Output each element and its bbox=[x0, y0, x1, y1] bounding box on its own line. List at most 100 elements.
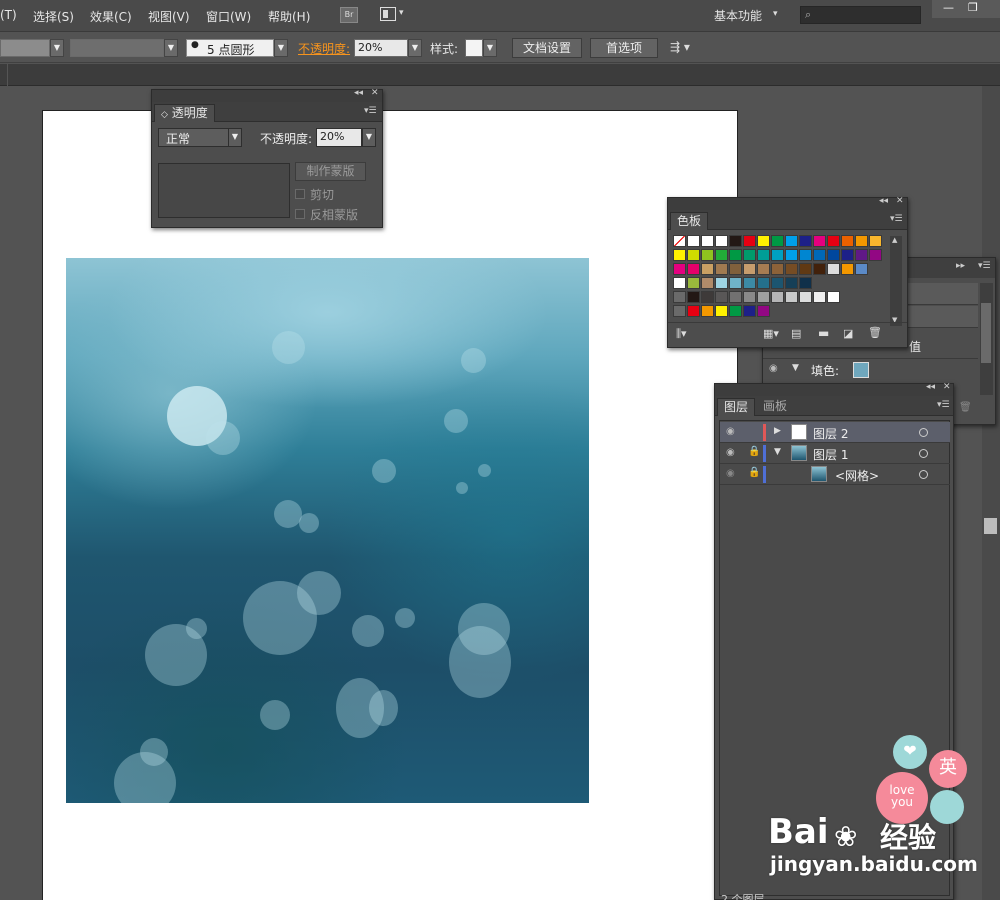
menu-help[interactable]: 帮助(H) bbox=[268, 8, 310, 25]
color-swatch[interactable] bbox=[827, 263, 840, 275]
color-swatch[interactable] bbox=[785, 263, 798, 275]
chevron-down-icon[interactable]: ▼ bbox=[274, 39, 288, 57]
fill-swatch[interactable] bbox=[853, 362, 869, 378]
clip-checkbox[interactable] bbox=[295, 189, 305, 199]
color-swatch[interactable] bbox=[757, 235, 770, 247]
help-search-input[interactable]: ⌕ bbox=[800, 6, 921, 24]
color-swatch[interactable] bbox=[813, 263, 826, 275]
color-swatch[interactable] bbox=[827, 249, 840, 261]
chevron-down-icon[interactable]: ▼ bbox=[774, 447, 781, 457]
chevron-down-icon[interactable]: ▼ bbox=[792, 363, 799, 373]
color-swatch[interactable] bbox=[743, 277, 756, 289]
color-swatch[interactable] bbox=[687, 305, 700, 317]
tab-transparency[interactable]: ◇ 透明度 bbox=[154, 104, 215, 122]
new-swatch-icon[interactable]: ◪ bbox=[843, 327, 853, 340]
target-icon[interactable] bbox=[919, 428, 928, 437]
invert-mask-checkbox[interactable] bbox=[295, 209, 305, 219]
menu-window[interactable]: 窗口(W) bbox=[206, 8, 251, 25]
color-swatch[interactable] bbox=[757, 249, 770, 261]
color-swatch[interactable] bbox=[729, 263, 742, 275]
scrollbar-thumb[interactable] bbox=[984, 518, 997, 534]
minimize-icon[interactable]: — bbox=[943, 1, 954, 14]
eye-icon[interactable]: ◉ bbox=[726, 447, 735, 458]
opacity-input[interactable]: 20% bbox=[354, 39, 408, 57]
layer-name[interactable]: 图层 2 bbox=[813, 425, 848, 442]
color-swatch[interactable] bbox=[785, 277, 798, 289]
panel-menu-icon[interactable]: ▾☰ bbox=[978, 261, 991, 271]
panel-titlebar[interactable]: ◂◂ ✕ bbox=[668, 196, 907, 210]
tab-layers[interactable]: 图层 bbox=[717, 398, 756, 416]
color-swatch[interactable] bbox=[701, 235, 714, 247]
chevron-down-icon[interactable]: ▼ bbox=[50, 39, 64, 57]
color-swatch[interactable] bbox=[729, 235, 742, 247]
color-swatch[interactable] bbox=[715, 263, 728, 275]
panel-menu-icon[interactable]: ▾☰ bbox=[890, 214, 903, 224]
arrange-documents-button[interactable]: ▾ bbox=[380, 7, 408, 23]
color-swatch[interactable] bbox=[715, 305, 728, 317]
color-swatch[interactable] bbox=[799, 263, 812, 275]
folder-icon[interactable] bbox=[673, 291, 686, 303]
close-icon[interactable]: ✕ bbox=[943, 382, 951, 392]
color-swatch[interactable] bbox=[715, 277, 728, 289]
color-swatch[interactable] bbox=[757, 263, 770, 275]
color-swatch[interactable] bbox=[701, 305, 714, 317]
color-swatch[interactable] bbox=[715, 249, 728, 261]
bokeh-artwork[interactable] bbox=[66, 258, 589, 803]
layer-row[interactable]: ◉ ▶ 图层 2 bbox=[720, 422, 950, 443]
color-swatch[interactable] bbox=[771, 249, 784, 261]
color-swatch[interactable] bbox=[771, 277, 784, 289]
blend-mode-select[interactable]: 正常 bbox=[158, 128, 230, 147]
color-swatch[interactable] bbox=[855, 263, 868, 275]
color-swatch[interactable] bbox=[743, 235, 756, 247]
none-swatch[interactable] bbox=[673, 235, 686, 247]
color-swatch[interactable] bbox=[687, 263, 700, 275]
vertical-scrollbar[interactable] bbox=[982, 86, 1000, 900]
close-icon[interactable]: ✕ bbox=[371, 88, 379, 98]
color-swatch[interactable] bbox=[855, 235, 868, 247]
color-swatch[interactable] bbox=[827, 291, 840, 303]
swatch-options-icon[interactable]: ▤ bbox=[791, 327, 801, 340]
color-swatch[interactable] bbox=[701, 291, 714, 303]
color-swatch[interactable] bbox=[729, 305, 742, 317]
color-swatch[interactable] bbox=[799, 235, 812, 247]
color-swatch[interactable] bbox=[841, 235, 854, 247]
color-swatch[interactable] bbox=[855, 249, 868, 261]
preferences-button[interactable]: 首选项 bbox=[590, 38, 658, 58]
bridge-button[interactable]: Br bbox=[340, 7, 358, 23]
eye-icon[interactable]: ◉ bbox=[769, 363, 778, 374]
stroke-field[interactable] bbox=[70, 39, 164, 57]
panel-menu-icon[interactable]: ▾☰ bbox=[937, 400, 950, 410]
workspace-switcher[interactable]: 基本功能 bbox=[714, 7, 762, 24]
color-swatch[interactable] bbox=[757, 277, 770, 289]
collapse-icon[interactable]: ◂◂ bbox=[354, 88, 363, 98]
trash-icon[interactable]: 🗑 bbox=[959, 402, 972, 413]
color-swatch[interactable] bbox=[715, 235, 728, 247]
color-swatch[interactable] bbox=[869, 235, 882, 247]
chevron-down-icon[interactable]: ▼ bbox=[164, 39, 178, 57]
color-swatch[interactable] bbox=[673, 263, 686, 275]
color-swatch[interactable] bbox=[757, 305, 770, 317]
tab-swatches[interactable]: 色板 bbox=[670, 212, 709, 230]
fill-field[interactable] bbox=[0, 39, 50, 57]
color-swatch[interactable] bbox=[813, 249, 826, 261]
layer-name[interactable]: <网格> bbox=[835, 467, 879, 484]
color-swatch[interactable] bbox=[715, 291, 728, 303]
registration-swatch[interactable] bbox=[687, 235, 700, 247]
trash-icon[interactable]: 🗑 bbox=[868, 326, 882, 339]
target-icon[interactable] bbox=[919, 449, 928, 458]
color-swatch[interactable] bbox=[687, 249, 700, 261]
color-swatch[interactable] bbox=[743, 263, 756, 275]
color-swatch[interactable] bbox=[673, 249, 686, 261]
fill-row[interactable]: ◉ ▼ 填色: bbox=[763, 358, 978, 382]
color-swatch[interactable] bbox=[743, 249, 756, 261]
lock-icon[interactable]: 🔒 bbox=[748, 467, 760, 478]
style-swatch[interactable] bbox=[465, 39, 483, 57]
color-swatch[interactable] bbox=[813, 291, 826, 303]
color-swatch[interactable] bbox=[869, 249, 882, 261]
swatch-kind-icon[interactable]: ▦▾ bbox=[763, 327, 779, 340]
panel-titlebar[interactable]: ◂◂ ✕ bbox=[715, 382, 953, 396]
color-swatch[interactable] bbox=[799, 291, 812, 303]
color-swatch[interactable] bbox=[813, 235, 826, 247]
color-swatch[interactable] bbox=[841, 249, 854, 261]
color-swatch[interactable] bbox=[757, 291, 770, 303]
